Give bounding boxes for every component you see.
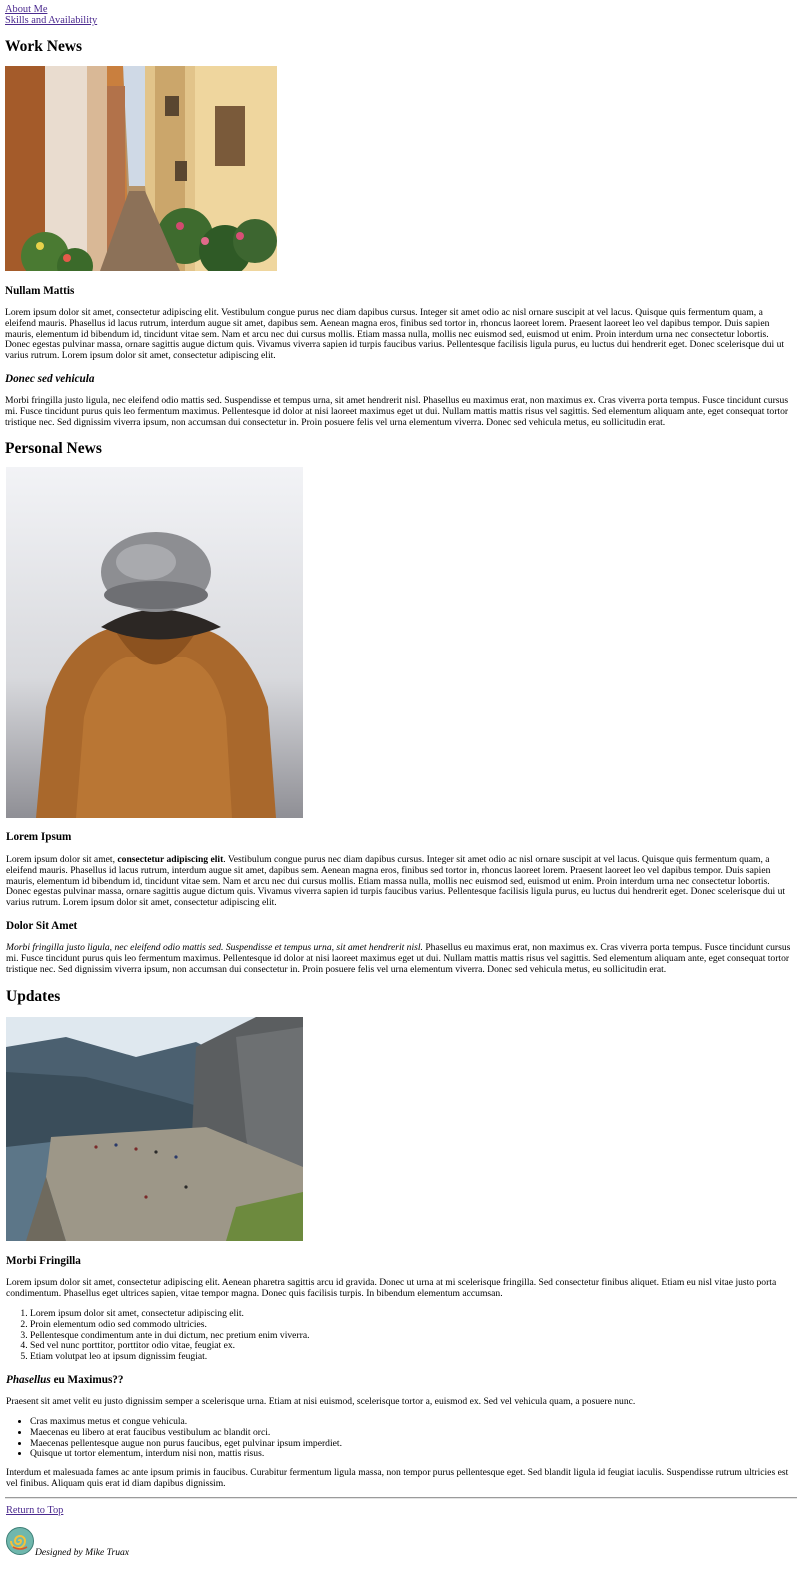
nullam-mattis-title: Nullam Mattis <box>5 285 75 297</box>
updates-article1-body: Lorem ipsum dolor sit amet, consectetur … <box>6 1277 777 1299</box>
street-alley-illustration <box>5 66 277 271</box>
list-item: Proin elementum odio sed commodo ultrici… <box>30 1319 790 1331</box>
updates-article2-body: Praesent sit amet velit eu justo digniss… <box>6 1396 636 1407</box>
personal-article1-body: Lorem ipsum dolor sit amet, consectetur … <box>6 854 796 909</box>
person-in-beanie-image <box>6 467 303 818</box>
list-item: Maecenas eu libero at erat faucibus vest… <box>30 1427 790 1439</box>
personal-article1-text-a: Lorem ipsum dolor sit amet, <box>6 854 118 865</box>
skills-link[interactable]: Skills and Availability <box>5 15 305 26</box>
morbi-fringilla-title: Morbi Fringilla <box>6 1255 81 1267</box>
ordered-list: Lorem ipsum dolor sit amet, consectetur … <box>6 1308 790 1363</box>
cliff-plateau-image <box>6 1017 303 1241</box>
list-item: Quisque ut tortor elementum, interdum ni… <box>30 1449 790 1460</box>
personal-article2-body: Morbi fringilla justo ligula, nec eleife… <box>6 942 796 975</box>
return-to-top-link[interactable]: Return to Top <box>6 1505 63 1516</box>
list-item: Etiam volutpat leo at ipsum dignissim fe… <box>30 1351 790 1363</box>
dolor-sit-amet-title: Dolor Sit Amet <box>6 920 78 932</box>
footer-divider <box>5 1497 797 1499</box>
updates-heading: Updates <box>6 988 61 1005</box>
personal-news-heading: Personal News <box>5 440 102 457</box>
work-article1-body: Lorem ipsum dolor sit amet, consectetur … <box>5 307 785 362</box>
donec-sed-vehicula-title: Donec sed vehicula <box>5 373 95 385</box>
spiral-logo-icon <box>6 1527 34 1555</box>
designer-signature: Designed by Mike Truax <box>35 1547 130 1558</box>
work-news-heading: Work News <box>5 38 83 55</box>
person-back-view-illustration <box>6 467 303 818</box>
lorem-ipsum-title: Lorem Ipsum <box>6 831 72 843</box>
phasellus-title-italic: Phasellus <box>6 1374 51 1386</box>
updates-closing-body: Interdum et malesuada fames ac ante ipsu… <box>6 1467 789 1489</box>
street-alley-image <box>5 66 277 271</box>
about-me-link[interactable]: About Me <box>5 4 305 15</box>
personal-article1-bold: consectetur adipiscing elit <box>117 854 224 865</box>
unordered-list: Cras maximus metus et congue vehicula.Ma… <box>6 1416 790 1460</box>
work-article2-body: Morbi fringilla justo ligula, nec eleife… <box>5 395 789 428</box>
top-nav: About Me Skills and Availability <box>5 4 305 26</box>
personal-article2-italic: Morbi fringilla justo ligula, nec eleife… <box>6 942 423 953</box>
cliff-landscape-illustration <box>6 1017 303 1241</box>
phasellus-title-rest: eu Maximus?? <box>50 1374 124 1386</box>
phasellus-maximus-title: Phasellus eu Maximus?? <box>6 1374 123 1387</box>
